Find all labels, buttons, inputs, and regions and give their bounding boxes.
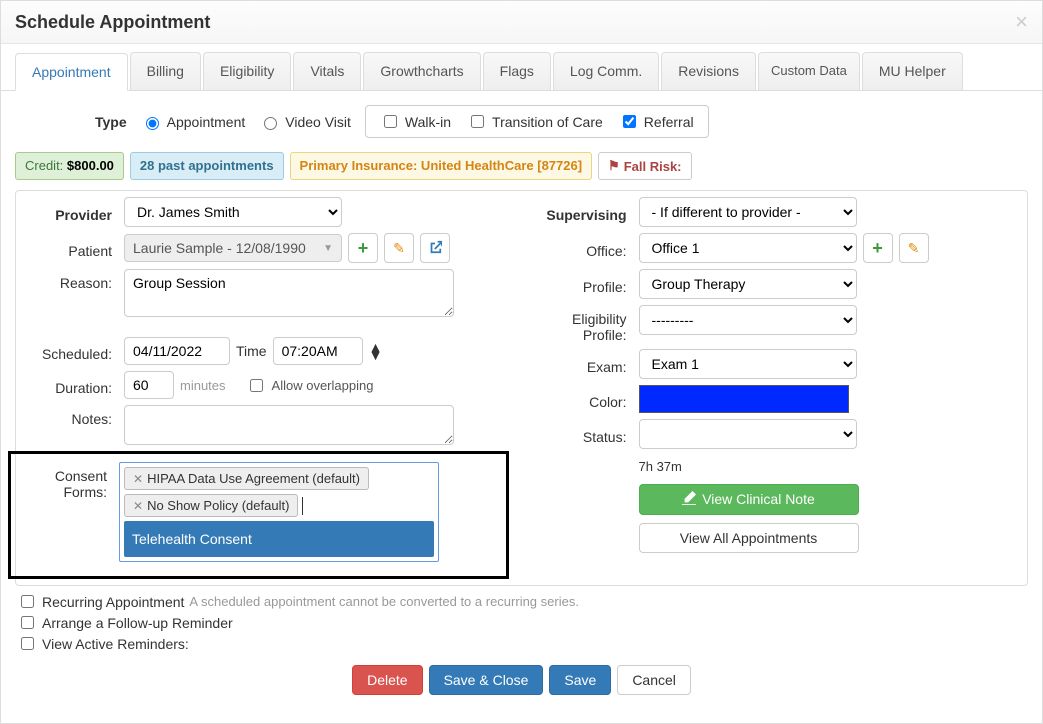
chevron-down-icon: ▼ — [323, 243, 333, 254]
add-patient-button[interactable]: + — [348, 233, 378, 263]
page-title: Schedule Appointment — [15, 12, 210, 33]
consent-highlight: Consent Forms: ✕ HIPAA Data Use Agreemen… — [8, 451, 509, 579]
edit-patient-button[interactable] — [384, 233, 414, 263]
notes-label: Notes: — [16, 405, 124, 427]
type-appointment-radio[interactable]: Appointment — [141, 114, 246, 130]
referral-check[interactable]: Referral — [619, 112, 694, 131]
view-clinical-note-button[interactable]: View Clinical Note — [639, 484, 859, 515]
tab-revisions[interactable]: Revisions — [661, 52, 756, 90]
type-video-radio[interactable]: Video Visit — [259, 114, 351, 130]
provider-select[interactable]: Dr. James Smith — [124, 197, 342, 227]
pencil-icon — [393, 240, 405, 257]
save-button[interactable]: Save — [549, 665, 611, 695]
transition-check[interactable]: Transition of Care — [467, 112, 603, 131]
time-label: Time — [236, 343, 267, 359]
notes-textarea[interactable] — [124, 405, 454, 445]
recurring-note: A scheduled appointment cannot be conver… — [189, 594, 579, 609]
plus-icon: + — [358, 238, 369, 259]
delete-button[interactable]: Delete — [352, 665, 422, 695]
checkbox-referral[interactable] — [623, 115, 636, 128]
tab-bar: Appointment Billing Eligibility Vitals G… — [1, 44, 1042, 91]
eligibility-profile-label: Eligibility Profile: — [529, 305, 639, 343]
exam-select[interactable]: Exam 1 — [639, 349, 857, 379]
profile-label: Profile: — [529, 273, 639, 295]
recurring-row[interactable]: Recurring Appointment A scheduled appoin… — [17, 592, 1028, 611]
followup-checkbox[interactable] — [21, 616, 34, 629]
time-stepper[interactable]: ▲▼ — [369, 343, 383, 360]
color-label: Color: — [529, 388, 639, 410]
consent-tag-noshow: ✕ No Show Policy (default) — [124, 494, 298, 517]
scheduled-label: Scheduled: — [16, 340, 124, 362]
save-close-button[interactable]: Save & Close — [429, 665, 544, 695]
active-reminders-row[interactable]: View Active Reminders: — [17, 634, 1028, 653]
color-swatch[interactable] — [639, 385, 849, 413]
tab-vitals[interactable]: Vitals — [293, 52, 361, 90]
add-office-button[interactable]: + — [863, 233, 893, 263]
past-appointments-badge[interactable]: 28 past appointments — [130, 152, 284, 180]
tab-appointment[interactable]: Appointment — [15, 53, 128, 91]
credit-badge: Credit: $800.00 — [15, 152, 124, 180]
share-icon — [428, 240, 442, 257]
tab-billing[interactable]: Billing — [130, 52, 201, 90]
supervising-label: Supervising — [529, 201, 639, 223]
status-select[interactable] — [639, 419, 857, 449]
reason-label: Reason: — [16, 269, 124, 291]
open-patient-button[interactable] — [420, 233, 450, 263]
flag-icon — [608, 158, 620, 174]
fall-risk-badge: Fall Risk: — [598, 152, 691, 180]
consent-tag-hipaa: ✕ HIPAA Data Use Agreement (default) — [124, 467, 369, 490]
eligibility-profile-select[interactable]: --------- — [639, 305, 857, 335]
consent-option-telehealth[interactable]: Telehealth Consent — [124, 521, 434, 557]
exam-label: Exam: — [529, 353, 639, 375]
remove-tag-icon[interactable]: ✕ — [133, 499, 143, 513]
radio-appointment[interactable] — [146, 117, 159, 130]
radio-video[interactable] — [264, 117, 277, 130]
tab-custom-data[interactable]: Custom Data — [758, 52, 860, 90]
consent-label: Consent Forms: — [19, 462, 119, 500]
allow-overlap-label: Allow overlapping — [272, 378, 374, 393]
active-reminders-checkbox[interactable] — [21, 637, 34, 650]
supervising-select[interactable]: - If different to provider - — [639, 197, 857, 227]
cancel-button[interactable]: Cancel — [617, 665, 691, 695]
reason-textarea[interactable]: Group Session — [124, 269, 454, 317]
edit-office-button[interactable] — [899, 233, 929, 263]
edit-note-icon — [682, 491, 696, 508]
time-under: 7h 37m — [639, 459, 1022, 474]
profile-select[interactable]: Group Therapy — [639, 269, 857, 299]
checkbox-walkin[interactable] — [384, 115, 397, 128]
patient-select[interactable]: Laurie Sample - 12/08/1990 ▼ — [124, 234, 342, 262]
office-select[interactable]: Office 1 — [639, 233, 857, 263]
tab-eligibility[interactable]: Eligibility — [203, 52, 291, 90]
patient-label: Patient — [16, 237, 124, 259]
tab-growthcharts[interactable]: Growthcharts — [363, 52, 480, 90]
status-label: Status: — [529, 423, 639, 445]
checkbox-transition[interactable] — [471, 115, 484, 128]
remove-tag-icon[interactable]: ✕ — [133, 472, 143, 486]
minutes-label: minutes — [180, 378, 226, 393]
scheduled-time-input[interactable] — [273, 337, 363, 365]
duration-input[interactable] — [124, 371, 174, 399]
followup-row[interactable]: Arrange a Follow-up Reminder — [17, 613, 1028, 632]
text-cursor — [302, 497, 303, 515]
view-all-appointments-button[interactable]: View All Appointments — [639, 523, 859, 553]
office-label: Office: — [529, 237, 639, 259]
pencil-icon — [908, 240, 920, 257]
recurring-checkbox[interactable] — [21, 595, 34, 608]
insurance-badge: Primary Insurance: United HealthCare [87… — [290, 152, 593, 180]
tab-mu-helper[interactable]: MU Helper — [862, 52, 963, 90]
provider-label: Provider — [16, 201, 124, 223]
plus-icon: + — [872, 238, 883, 259]
type-label: Type — [95, 114, 127, 130]
tab-flags[interactable]: Flags — [483, 52, 551, 90]
duration-label: Duration: — [16, 374, 124, 396]
tab-log-comm[interactable]: Log Comm. — [553, 52, 659, 90]
scheduled-date-input[interactable] — [124, 337, 230, 365]
consent-multiselect[interactable]: ✕ HIPAA Data Use Agreement (default) ✕ N… — [119, 462, 439, 562]
allow-overlap-checkbox[interactable] — [250, 379, 263, 392]
close-icon[interactable]: × — [1015, 11, 1028, 33]
walkin-check[interactable]: Walk-in — [380, 112, 451, 131]
